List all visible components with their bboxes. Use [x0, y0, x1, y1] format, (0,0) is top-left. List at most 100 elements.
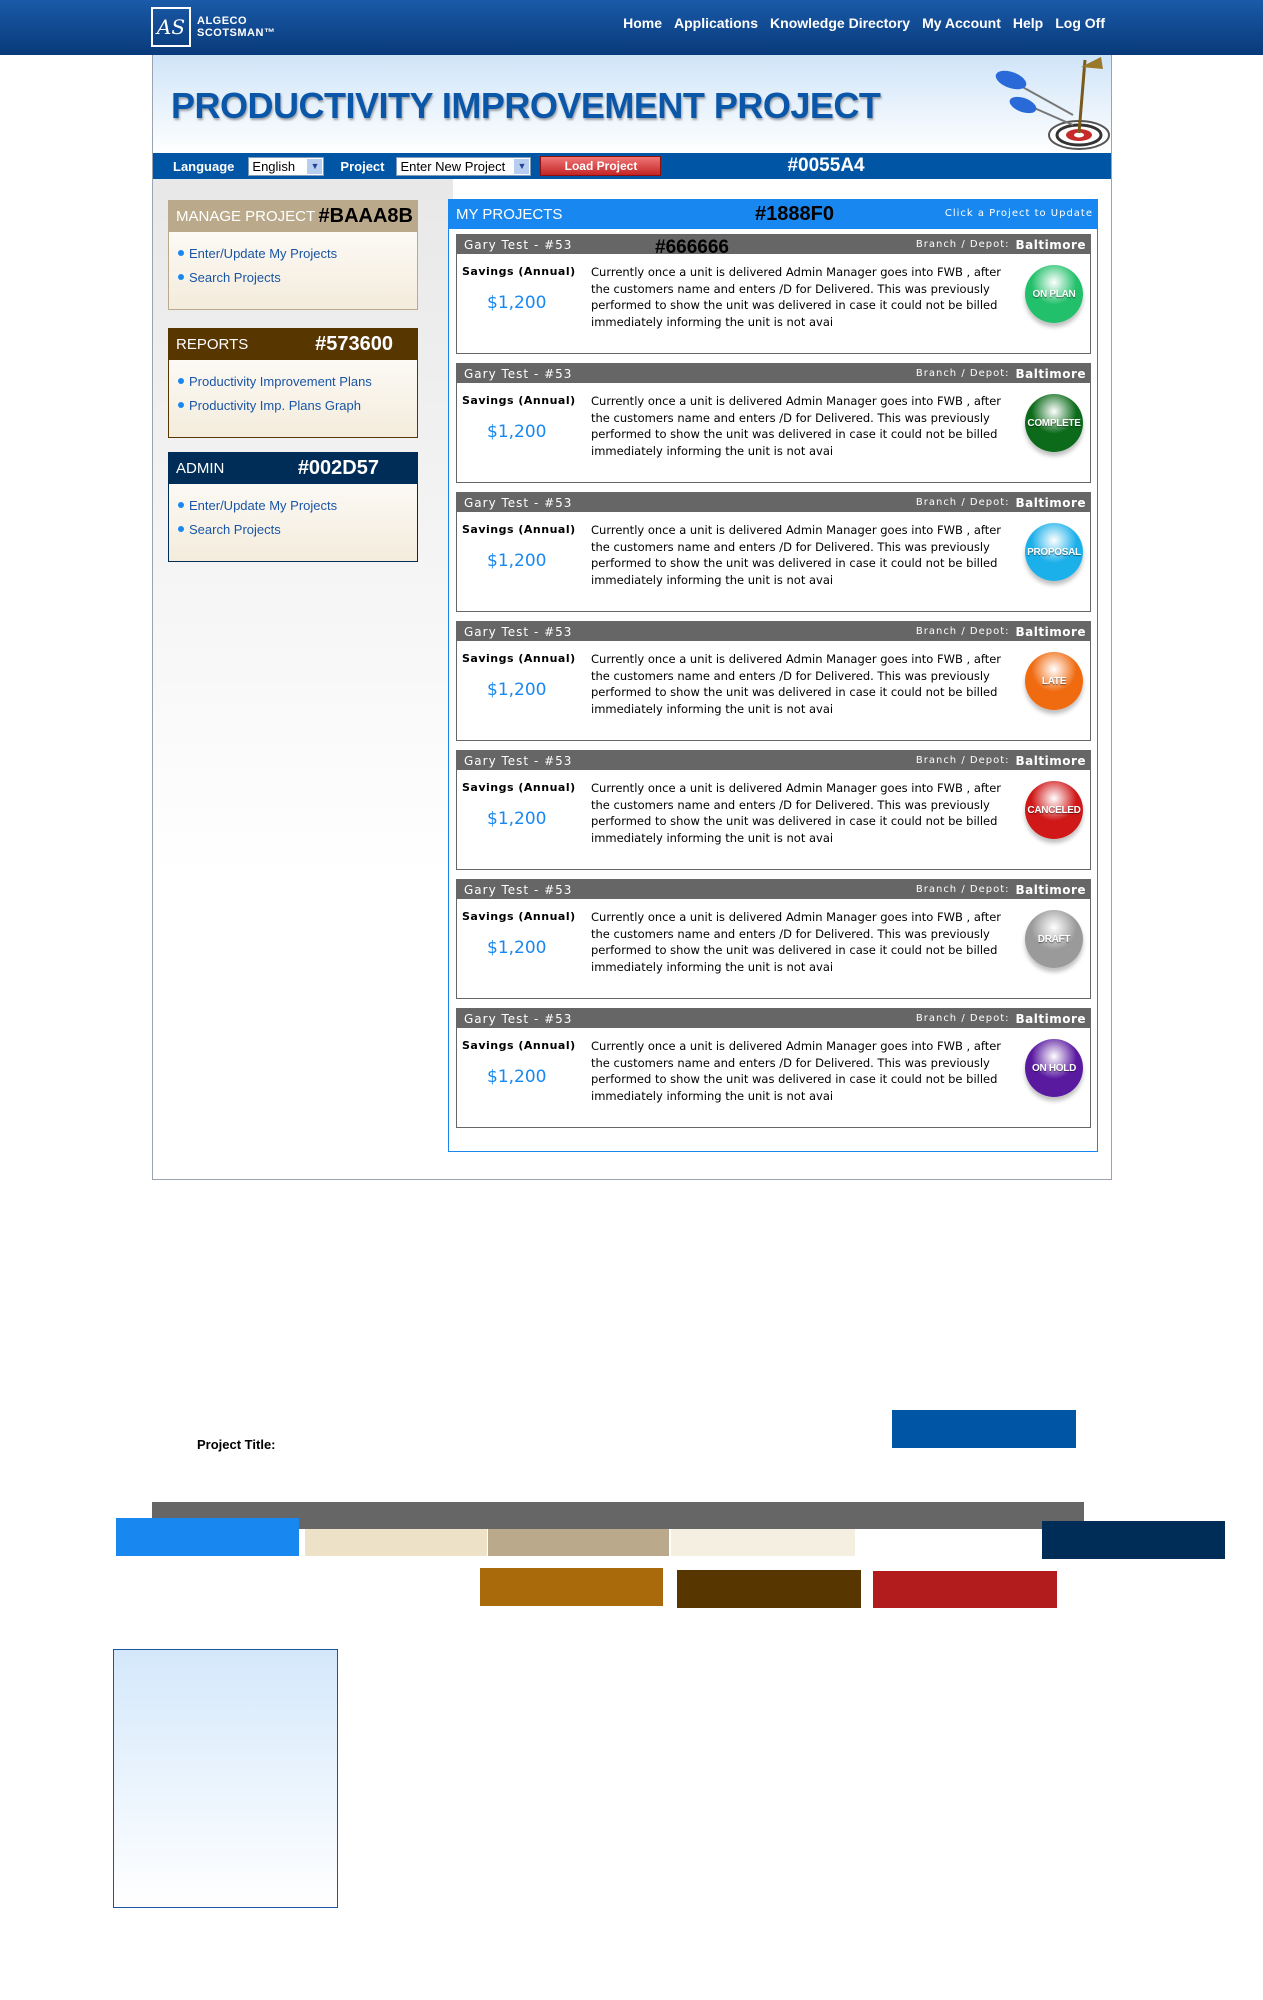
- savings-value: $1,200: [487, 1067, 547, 1087]
- nav-applications[interactable]: Applications: [674, 15, 758, 31]
- my-projects-title: MY PROJECTS: [456, 206, 563, 223]
- status-on-plan-badge: ON PLAN: [1025, 265, 1083, 323]
- manage-project-color-label: #BAAA8B: [318, 205, 413, 227]
- swatch-navy: [1042, 1521, 1225, 1559]
- manage-project-links: Enter/Update My Projects Search Projects: [169, 232, 417, 289]
- savings-label: Savings (Annual): [462, 781, 576, 794]
- language-label: Language: [173, 158, 235, 174]
- savings-label: Savings (Annual): [462, 1039, 576, 1052]
- swatch-orange-brown: [480, 1568, 663, 1606]
- link-search-projects[interactable]: Search Projects: [178, 265, 417, 289]
- branch-value: Baltimore: [1015, 882, 1086, 897]
- language-value: English: [252, 158, 296, 174]
- project-title-label: Project Title:: [197, 1437, 276, 1452]
- nav-log-off[interactable]: Log Off: [1055, 15, 1105, 31]
- language-select[interactable]: English ▼: [248, 156, 325, 176]
- project-description: Currently once a unit is delivered Admin…: [591, 781, 1002, 845]
- bullet-icon: [178, 402, 184, 408]
- blue-button-swatch[interactable]: [892, 1410, 1076, 1448]
- project-card-header: Gary Test - #53 Branch / Depot: Baltimor…: [457, 493, 1090, 512]
- branch-value: Baltimore: [1015, 1011, 1086, 1026]
- logo-mark: AS: [151, 7, 191, 47]
- logo-line-2: SCOTSMAN™: [197, 27, 276, 39]
- savings-label: Savings (Annual): [462, 523, 576, 536]
- bullet-icon: [178, 378, 184, 384]
- project-description: Currently once a unit is delivered Admin…: [591, 910, 1002, 974]
- reports-panel: REPORTS #573600 Productivity Improvement…: [168, 328, 418, 438]
- swatch-blue: [116, 1518, 299, 1556]
- nav-home[interactable]: Home: [623, 15, 662, 31]
- company-logo[interactable]: AS ALGECO SCOTSMAN™: [151, 7, 275, 47]
- status-complete-badge: COMPLETE: [1025, 394, 1083, 452]
- project-card[interactable]: Gary Test - #53 Branch / Depot: Baltimor…: [456, 492, 1091, 612]
- project-description: Currently once a unit is delivered Admin…: [591, 1039, 1002, 1103]
- project-name: Gary Test - #53: [464, 237, 573, 252]
- link-admin-enter-update[interactable]: Enter/Update My Projects: [178, 493, 417, 517]
- darts-target-icon: [995, 57, 1110, 150]
- project-name: Gary Test - #53: [464, 882, 573, 897]
- project-label: Project: [340, 158, 385, 174]
- admin-header: ADMIN #002D57: [169, 453, 417, 484]
- project-card[interactable]: Gary Test - #53 #666666 Branch / Depot: …: [456, 234, 1091, 354]
- status-proposal-badge: PROPOSAL: [1025, 523, 1083, 581]
- project-card-header: Gary Test - #53 Branch / Depot: Baltimor…: [457, 880, 1090, 899]
- project-card-header: Gary Test - #53 #666666 Branch / Depot: …: [457, 235, 1090, 258]
- project-card-header: Gary Test - #53 Branch / Depot: Baltimor…: [457, 751, 1090, 770]
- logo-wordmark: ALGECO SCOTSMAN™: [197, 15, 275, 39]
- project-card[interactable]: Gary Test - #53 Branch / Depot: Baltimor…: [456, 621, 1091, 741]
- nav-help[interactable]: Help: [1013, 15, 1043, 31]
- project-name: Gary Test - #53: [464, 1011, 573, 1026]
- savings-label: Savings (Annual): [462, 652, 576, 665]
- link-label: Productivity Imp. Plans Graph: [189, 397, 361, 413]
- savings-label: Savings (Annual): [462, 910, 576, 923]
- admin-color-label: #002D57: [297, 457, 379, 479]
- status-label: LATE: [1041, 675, 1067, 687]
- reports-color-label: #573600: [315, 333, 393, 355]
- link-label: Enter/Update My Projects: [189, 245, 338, 261]
- project-card[interactable]: Gary Test - #53 Branch / Depot: Baltimor…: [456, 750, 1091, 870]
- project-description: Currently once a unit is delivered Admin…: [591, 652, 1002, 716]
- admin-panel: ADMIN #002D57 Enter/Update My Projects S…: [168, 452, 418, 562]
- branch-value: Baltimore: [1015, 237, 1086, 252]
- savings-value: $1,200: [487, 680, 547, 700]
- chevron-down-icon: ▼: [307, 158, 323, 174]
- my-projects-hint: Click a Project to Update: [944, 208, 1093, 219]
- bullet-icon: [178, 526, 184, 532]
- link-enter-update-projects[interactable]: Enter/Update My Projects: [178, 241, 417, 265]
- nav-my-account[interactable]: My Account: [922, 15, 1001, 31]
- swatch-cream: [305, 1529, 487, 1556]
- branch-label: Branch / Depot:: [915, 368, 1010, 379]
- status-label: ON PLAN: [1032, 288, 1076, 300]
- sidebar: MANAGE PROJECT #BAAA8B Enter/Update My P…: [153, 179, 453, 1179]
- banner: PRODUCTIVITY IMPROVEMENT PROJECT: [153, 55, 1111, 153]
- bullet-icon: [178, 274, 184, 280]
- savings-value: $1,200: [487, 293, 547, 313]
- project-card-header: Gary Test - #53 Branch / Depot: Baltimor…: [457, 622, 1090, 641]
- project-name: Gary Test - #53: [464, 753, 573, 768]
- link-productivity-plans[interactable]: Productivity Improvement Plans: [178, 369, 417, 393]
- my-projects-color-label: #1888F0: [755, 203, 834, 225]
- project-card[interactable]: Gary Test - #53 Branch / Depot: Baltimor…: [456, 363, 1091, 483]
- branch-label: Branch / Depot:: [915, 884, 1010, 895]
- link-admin-search[interactable]: Search Projects: [178, 517, 417, 541]
- link-productivity-graph[interactable]: Productivity Imp. Plans Graph: [178, 393, 417, 417]
- chevron-down-icon: ▼: [514, 158, 530, 174]
- link-label: Enter/Update My Projects: [189, 497, 338, 513]
- card-color-label: #666666: [655, 237, 729, 258]
- project-card[interactable]: Gary Test - #53 Branch / Depot: Baltimor…: [456, 1008, 1091, 1128]
- my-projects-panel: MY PROJECTS #1888F0 Click a Project to U…: [448, 199, 1098, 1152]
- project-card[interactable]: Gary Test - #53 Branch / Depot: Baltimor…: [456, 879, 1091, 999]
- branch-label: Branch / Depot:: [915, 626, 1010, 637]
- manage-project-title: MANAGE PROJECT: [176, 208, 316, 225]
- savings-value: $1,200: [487, 422, 547, 442]
- project-select[interactable]: Enter New Project ▼: [396, 156, 532, 176]
- status-label: DRAFT: [1037, 933, 1071, 945]
- load-project-button[interactable]: Load Project: [540, 156, 662, 176]
- top-nav: Home Applications Knowledge Directory My…: [623, 15, 1105, 31]
- main-frame: PRODUCTIVITY IMPROVEMENT PROJECT Languag…: [152, 55, 1112, 1180]
- link-label: Productivity Improvement Plans: [189, 373, 372, 389]
- bullet-icon: [178, 502, 184, 508]
- status-label: COMPLETE: [1027, 417, 1081, 429]
- nav-knowledge-directory[interactable]: Knowledge Directory: [770, 15, 910, 31]
- manage-project-header: MANAGE PROJECT #BAAA8B: [169, 201, 417, 232]
